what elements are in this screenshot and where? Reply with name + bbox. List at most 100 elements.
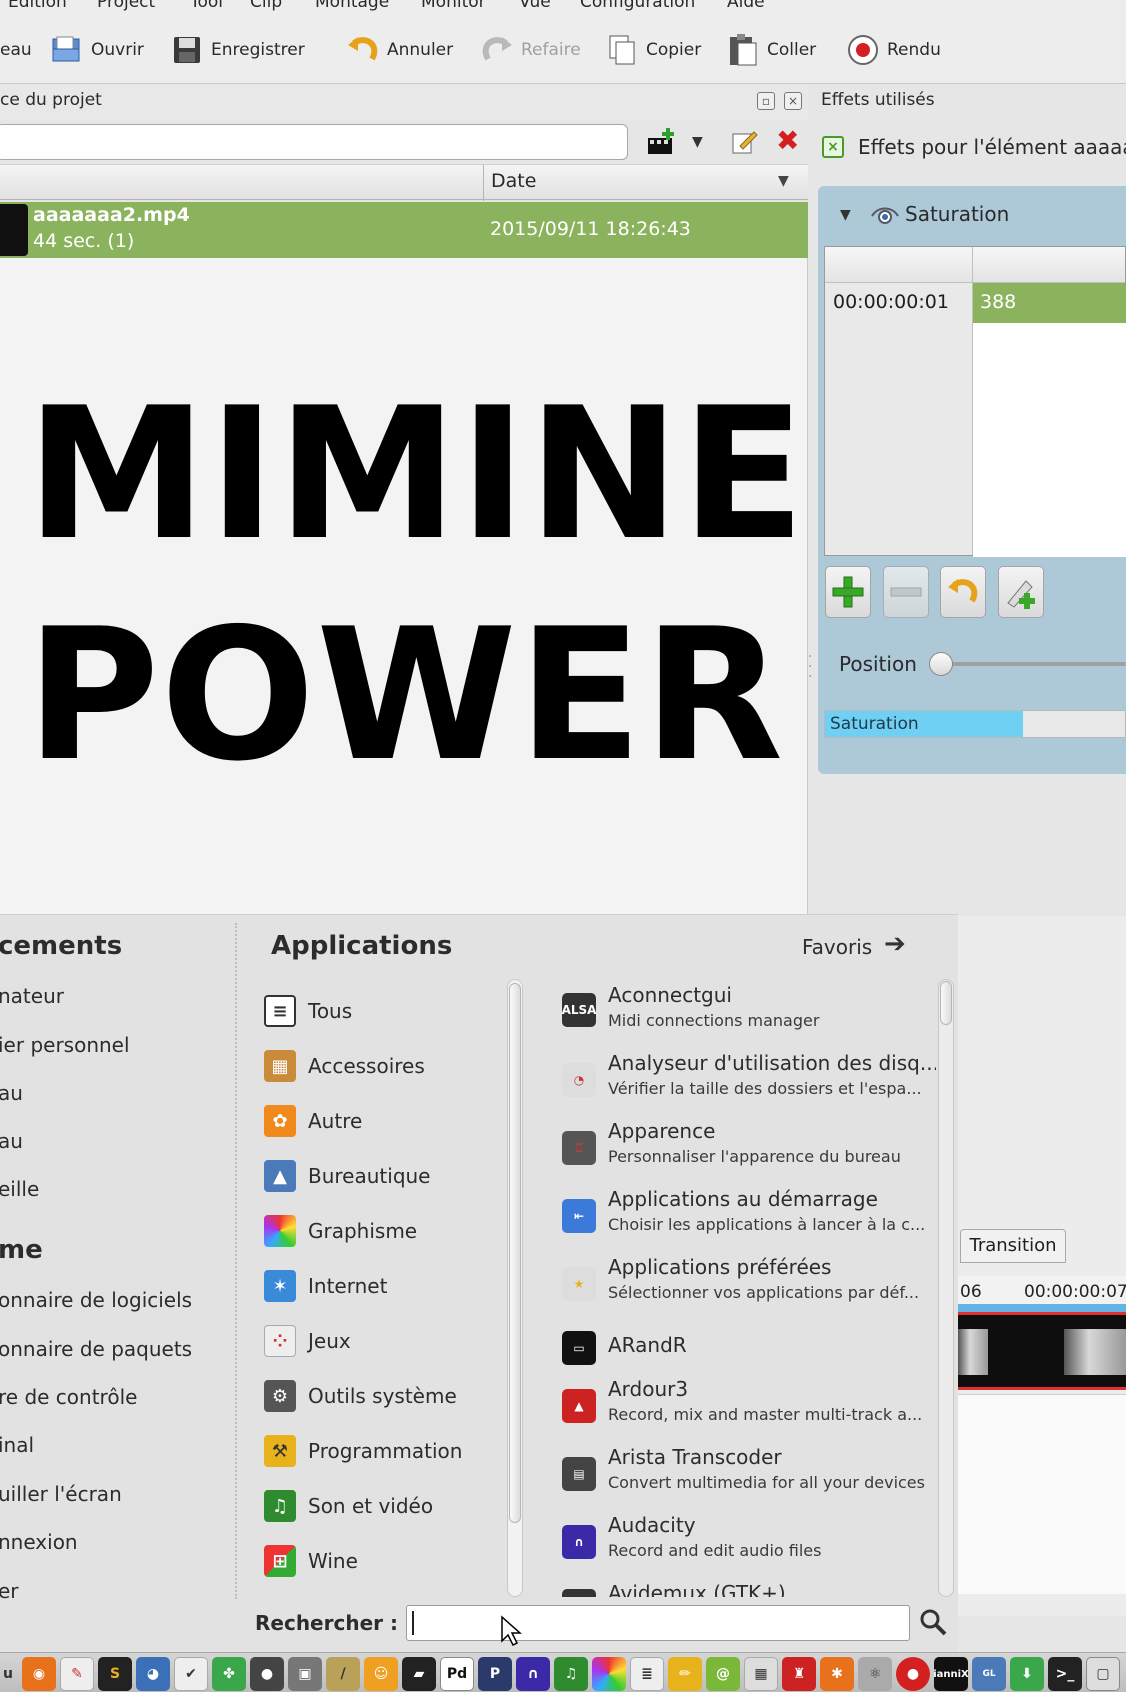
place-item-computer[interactable]: nateur <box>0 984 64 1008</box>
iannix-icon[interactable]: ianniX <box>933 1657 969 1691</box>
category-internet[interactable]: ✶ Internet <box>264 1264 387 1308</box>
app-item-audacity[interactable]: ∩ Audacity Record and edit audio files <box>546 1509 936 1575</box>
undo-button[interactable]: Annuler <box>346 30 453 70</box>
system-item-control-center[interactable]: re de contrôle <box>0 1385 137 1409</box>
app-item-avidemux[interactable]: ▬ Avidemux (GTK+) <box>546 1577 936 1597</box>
paint-icon[interactable]: ✱ <box>820 1657 854 1691</box>
transition-tab[interactable]: Transition <box>960 1229 1066 1263</box>
project-bin-search-input[interactable] <box>0 124 628 160</box>
app-item-preferred-apps[interactable]: ★ Applications préférées Sélectionner vo… <box>546 1251 936 1317</box>
timeline-ruler[interactable]: 06 00:00:00:07 <box>958 1276 1126 1312</box>
category-accessoires[interactable]: ▦ Accessoires <box>264 1044 425 1088</box>
applications-scrollbar[interactable] <box>938 979 954 1597</box>
reset-keyframe-button[interactable] <box>940 566 986 618</box>
system-item-software-manager[interactable]: onnaire de logiciels <box>0 1288 192 1312</box>
color-picker-icon[interactable] <box>592 1657 626 1691</box>
scratch-icon[interactable]: ☺ <box>364 1657 398 1691</box>
menu-clip[interactable]: Clip <box>250 0 282 12</box>
clapper-icon[interactable]: ▰ <box>402 1657 436 1691</box>
saturation-param-bar[interactable]: Saturation <box>824 710 1126 738</box>
menu-vue[interactable]: Vue <box>519 0 551 12</box>
video-track-clip[interactable] <box>958 1312 1126 1390</box>
sublime-icon[interactable]: S <box>98 1657 132 1691</box>
app-item-arista[interactable]: ▤ Arista Transcoder Convert multimedia f… <box>546 1441 936 1507</box>
close-panel-icon[interactable]: × <box>784 92 802 110</box>
device-icon[interactable]: ▣ <box>288 1657 322 1691</box>
disc-icon[interactable]: ● <box>250 1657 284 1691</box>
clover-icon[interactable]: ✤ <box>212 1657 246 1691</box>
app-item-disk-usage[interactable]: ◔ Analyseur d'utilisation des disq... Vé… <box>546 1047 936 1113</box>
search-icon[interactable] <box>918 1607 948 1637</box>
tools-icon[interactable]: / <box>326 1657 360 1691</box>
delete-clip-icon[interactable]: ✖ <box>776 124 799 157</box>
paste-button[interactable]: Coller <box>726 30 816 70</box>
menu-montage[interactable]: Montage <box>315 0 389 12</box>
menu-aide[interactable]: Aide <box>727 0 765 12</box>
edit-clip-icon[interactable] <box>730 128 758 156</box>
calculator-icon[interactable]: ▦ <box>744 1657 778 1691</box>
search-input[interactable] <box>406 1605 910 1641</box>
processing-icon[interactable]: P <box>478 1657 512 1691</box>
keyframe-time[interactable]: 00:00:00:01 <box>833 291 949 313</box>
categories-scrollbar-thumb[interactable] <box>509 983 521 1523</box>
chevron-down-icon[interactable]: ▼ <box>692 134 703 150</box>
app-item-apparence[interactable]: ♖ Apparence Personnaliser l'apparence du… <box>546 1115 936 1181</box>
app-item-aconnectgui[interactable]: ALSA Aconnectgui Midi connections manage… <box>546 979 936 1045</box>
category-graphisme[interactable]: Graphisme <box>264 1209 417 1253</box>
category-son-et-video[interactable]: ♫ Son et vidéo <box>264 1484 433 1528</box>
record-app-icon[interactable]: ● <box>896 1657 930 1691</box>
system-item-terminal[interactable]: inal <box>0 1433 34 1457</box>
panel-splitter-handle[interactable]: · · · <box>808 650 812 684</box>
glitch-icon[interactable]: GL <box>972 1657 1006 1691</box>
category-autre[interactable]: ✿ Autre <box>264 1099 362 1143</box>
system-item-quit[interactable]: er <box>0 1579 19 1603</box>
app-item-ardour3[interactable]: ▲ Ardour3 Record, mix and master multi-t… <box>546 1373 936 1439</box>
taskbar-menu-icon[interactable]: u <box>0 1657 16 1691</box>
remove-keyframe-button[interactable] <box>883 566 929 618</box>
enable-effects-checkbox[interactable]: × <box>822 136 844 158</box>
copy-button[interactable]: Copier <box>605 30 701 70</box>
category-bureautique[interactable]: ▲ Bureautique <box>264 1154 431 1198</box>
favorites-button[interactable]: Favoris <box>802 935 872 959</box>
category-outils-systeme[interactable]: ⚙ Outils système <box>264 1374 457 1418</box>
download-icon[interactable]: ⬇ <box>1010 1657 1044 1691</box>
window-icon[interactable]: ▢ <box>1086 1657 1120 1691</box>
render-button[interactable]: Rendu <box>846 30 941 70</box>
system-item-package-manager[interactable]: onnaire de paquets <box>0 1337 192 1361</box>
headphones-icon[interactable]: ∩ <box>516 1657 550 1691</box>
position-slider-track[interactable] <box>940 662 1126 666</box>
menu-edition[interactable]: Édition <box>8 0 67 12</box>
system-item-logout[interactable]: nnexion <box>0 1530 78 1554</box>
arrow-right-icon[interactable]: ➔ <box>884 929 906 959</box>
spiral-icon[interactable]: @ <box>706 1657 740 1691</box>
browser-icon[interactable]: ◕ <box>136 1657 170 1691</box>
add-keyframe-to-all-button[interactable] <box>998 566 1044 618</box>
place-item-desktop[interactable]: au <box>0 1081 23 1105</box>
menu-monitor[interactable]: Monitor <box>421 0 486 12</box>
redo-button[interactable]: Refaire <box>480 30 581 70</box>
place-item-trash[interactable]: eille <box>0 1177 39 1201</box>
place-item-network[interactable]: au <box>0 1129 23 1153</box>
clipboard-icon[interactable]: ✔ <box>174 1657 208 1691</box>
sort-arrow-icon[interactable]: ▼ <box>778 173 789 189</box>
category-wine[interactable]: ⊞ Wine <box>264 1539 358 1583</box>
add-keyframe-button[interactable] <box>825 566 871 618</box>
menu-tool[interactable]: Tool <box>190 0 223 12</box>
save-button[interactable]: Enregistrer <box>170 30 305 70</box>
pencil-icon[interactable]: ✏ <box>668 1657 702 1691</box>
position-slider-handle[interactable] <box>929 652 953 676</box>
menu-project[interactable]: Project <box>97 0 155 12</box>
float-panel-icon[interactable]: ▫ <box>757 92 775 110</box>
category-jeux[interactable]: ⁘ Jeux <box>264 1319 351 1363</box>
text-editor-icon[interactable]: ✎ <box>60 1657 94 1691</box>
category-tous[interactable]: ≡ Tous <box>264 989 352 1033</box>
music-icon[interactable]: ♫ <box>554 1657 588 1691</box>
system-item-lock-screen[interactable]: uiller l'écran <box>0 1482 122 1506</box>
terminal-icon[interactable]: >_ <box>1048 1657 1082 1691</box>
add-clip-icon[interactable] <box>646 128 676 158</box>
game-icon[interactable]: ♜ <box>782 1657 816 1691</box>
molecule-icon[interactable]: ⚛ <box>858 1657 892 1691</box>
firefox-icon[interactable]: ◉ <box>22 1657 56 1691</box>
category-programmation[interactable]: ⚒ Programmation <box>264 1429 462 1473</box>
document-icon[interactable]: ≣ <box>630 1657 664 1691</box>
